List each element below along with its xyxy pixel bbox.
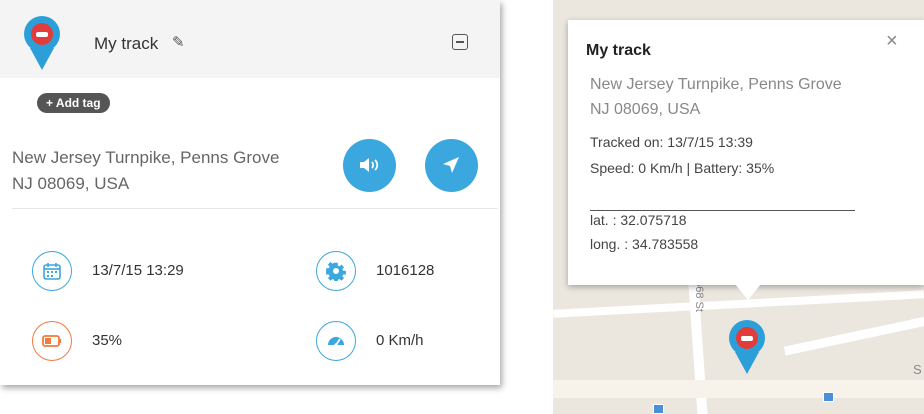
speed-battery: Speed: 0 Km/h | Battery: 35%	[590, 160, 775, 176]
divider	[12, 208, 498, 209]
card-header	[0, 0, 500, 78]
navigate-button[interactable]	[425, 139, 478, 192]
add-tag-button[interactable]: + Add tag	[37, 93, 110, 113]
sound-button[interactable]	[343, 139, 396, 192]
device-id-value: 1016128	[376, 262, 435, 279]
edit-icon[interactable]: ✎	[172, 33, 185, 51]
battery-icon	[32, 321, 72, 361]
battery-value: 35%	[92, 332, 123, 349]
popup-address: New Jersey Turnpike, Penns Grove NJ 0806…	[590, 72, 920, 122]
speedometer-icon	[316, 321, 356, 361]
track-popup: My track × New Jersey Turnpike, Penns Gr…	[568, 20, 924, 285]
popup-address-line2: NJ 08069, USA	[590, 101, 701, 118]
address: New Jersey Turnpike, Penns Grove NJ 0806…	[12, 145, 352, 197]
map-road	[553, 380, 924, 398]
map-poi-icon	[823, 392, 834, 402]
address-line1: New Jersey Turnpike, Penns Grove	[12, 148, 280, 167]
address-line2: NJ 08069, USA	[12, 174, 130, 193]
calendar-icon	[32, 251, 72, 291]
map-poi-icon	[653, 404, 664, 414]
popup-address-line1: New Jersey Turnpike, Penns Grove	[590, 76, 842, 93]
datetime-value: 13/7/15 13:29	[92, 262, 184, 279]
sound-icon	[360, 158, 379, 172]
popup-title: My track	[586, 42, 651, 59]
speed-value: 0 Km/h	[376, 332, 424, 349]
popup-pointer	[735, 284, 761, 300]
track-title: My track	[94, 34, 159, 53]
close-icon[interactable]: ×	[886, 30, 898, 53]
latitude: lat. : 32.075718	[590, 212, 687, 228]
tracked-on: Tracked on: 13/7/15 13:39	[590, 134, 753, 150]
popup-divider	[590, 210, 855, 211]
longitude: long. : 34.783558	[590, 236, 699, 252]
map-road	[783, 313, 924, 356]
gear-icon	[316, 251, 356, 291]
map-edge-label: S	[913, 362, 922, 377]
collapse-icon[interactable]	[452, 34, 468, 50]
navigate-icon	[443, 157, 459, 173]
track-card: My track ✎ + Add tag New Jersey Turnpike…	[0, 0, 500, 385]
